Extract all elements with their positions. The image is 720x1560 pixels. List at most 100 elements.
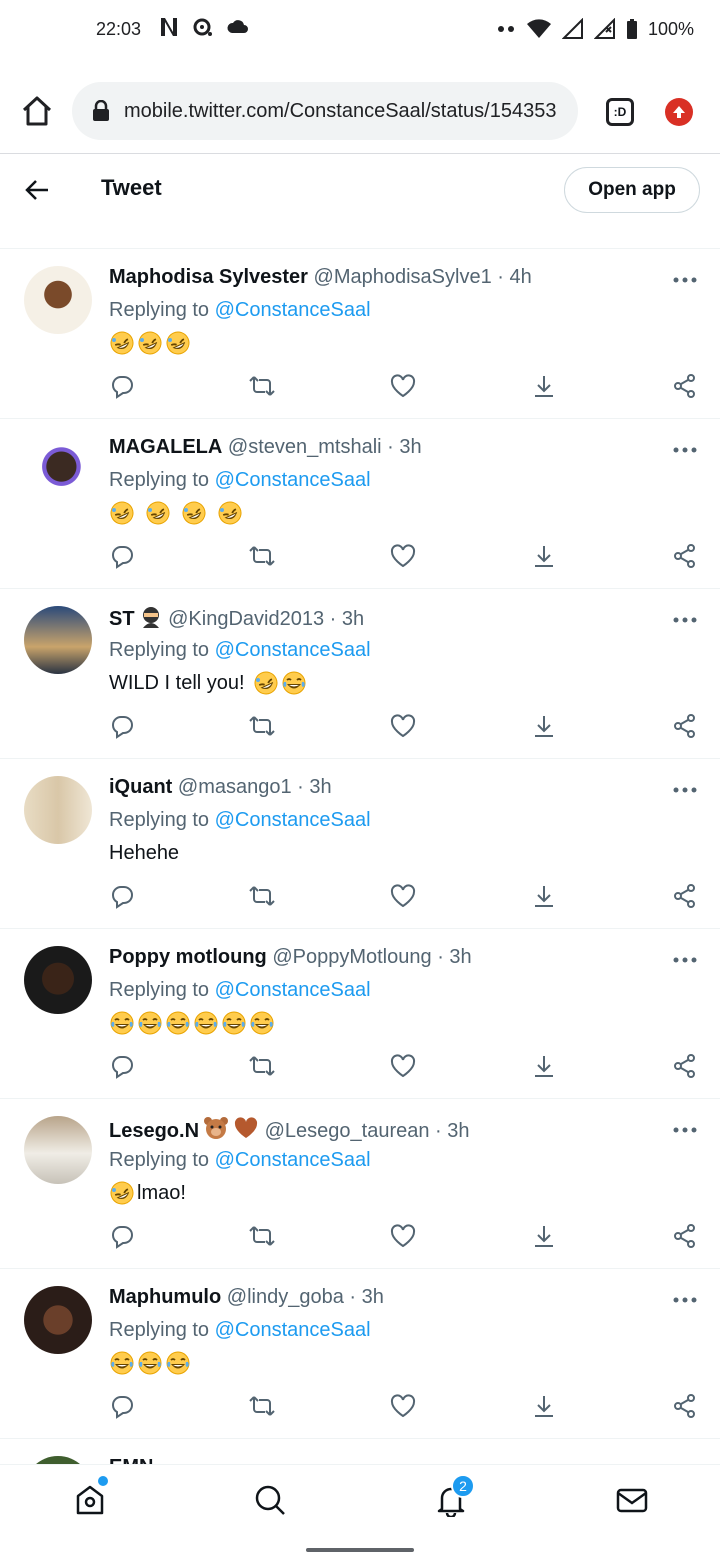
user-name[interactable]: iQuant bbox=[109, 776, 172, 798]
share-icon[interactable] bbox=[672, 373, 698, 399]
tweet-row[interactable]: MAGALELA @steven_mtshali · 3h Replying t… bbox=[0, 419, 720, 589]
more-options-icon[interactable] bbox=[672, 1295, 698, 1305]
more-options-icon[interactable] bbox=[672, 615, 698, 625]
user-handle[interactable]: @lindy_goba bbox=[227, 1286, 344, 1308]
retweet-icon[interactable] bbox=[249, 1223, 275, 1249]
share-icon[interactable] bbox=[672, 883, 698, 909]
more-options-icon[interactable] bbox=[672, 955, 698, 965]
open-app-button[interactable]: Open app bbox=[564, 167, 700, 213]
share-download-icon[interactable] bbox=[531, 1053, 557, 1079]
messages-envelope-icon[interactable] bbox=[615, 1483, 649, 1517]
tweet-age[interactable]: 3h bbox=[399, 436, 421, 458]
heart-icon[interactable] bbox=[390, 543, 416, 569]
retweet-icon[interactable] bbox=[249, 713, 275, 739]
tweet-age[interactable]: 3h bbox=[342, 608, 364, 630]
share-download-icon[interactable] bbox=[531, 373, 557, 399]
heart-icon[interactable] bbox=[390, 1223, 416, 1249]
retweet-icon[interactable] bbox=[249, 543, 275, 569]
user-handle[interactable]: @MaphodisaSylve1 bbox=[314, 266, 492, 288]
home-icon[interactable] bbox=[20, 94, 54, 128]
user-handle[interactable]: @PoppyMotloung bbox=[272, 946, 431, 968]
user-handle[interactable]: @KingDavid2013 bbox=[168, 608, 324, 630]
tweet-header-line: Maphumulo @lindy_goba · 3h bbox=[109, 1286, 384, 1309]
mention-link[interactable]: @ConstanceSaal bbox=[215, 1319, 371, 1341]
tweet-actions bbox=[0, 1393, 720, 1421]
mention-link[interactable]: @ConstanceSaal bbox=[215, 979, 371, 1001]
share-icon[interactable] bbox=[672, 543, 698, 569]
avatar[interactable] bbox=[24, 606, 92, 674]
heart-icon[interactable] bbox=[390, 883, 416, 909]
share-icon[interactable] bbox=[672, 1223, 698, 1249]
tweet-age[interactable]: 3h bbox=[449, 946, 471, 968]
tweet-row[interactable]: iQuant @masango1 · 3h Replying to @Const… bbox=[0, 759, 720, 929]
avatar[interactable] bbox=[24, 1286, 92, 1354]
tweet-row[interactable]: Maphodisa Sylvester @MaphodisaSylve1 · 4… bbox=[0, 249, 720, 419]
user-name[interactable]: Lesego.N bbox=[109, 1120, 199, 1142]
back-arrow-icon[interactable] bbox=[24, 177, 50, 203]
update-button[interactable] bbox=[665, 98, 693, 126]
tweet-row[interactable]: Lesego.N @Lesego_taurean · 3h Replying t… bbox=[0, 1099, 720, 1269]
reply-icon[interactable] bbox=[109, 1393, 135, 1419]
heart-icon[interactable] bbox=[390, 713, 416, 739]
reply-icon[interactable] bbox=[109, 373, 135, 399]
search-icon[interactable] bbox=[253, 1483, 287, 1517]
reply-icon[interactable] bbox=[109, 713, 135, 739]
share-download-icon[interactable] bbox=[531, 1393, 557, 1419]
replying-to-line: Replying to @ConstanceSaal bbox=[109, 299, 371, 322]
tears-of-joy-emoji bbox=[138, 1351, 162, 1375]
tweet-row[interactable]: ST @KingDavid2013 · 3h Replying to @Cons… bbox=[0, 589, 720, 759]
user-name[interactable]: Poppy motloung bbox=[109, 946, 267, 968]
reply-icon[interactable] bbox=[109, 1223, 135, 1249]
user-name[interactable]: Maphodisa Sylvester bbox=[109, 266, 308, 288]
address-bar[interactable]: mobile.twitter.com/ConstanceSaal/status/… bbox=[72, 82, 578, 140]
user-name[interactable]: MAGALELA bbox=[109, 436, 222, 458]
tweet-age[interactable]: 3h bbox=[309, 776, 331, 798]
tweet-age[interactable]: 4h bbox=[510, 266, 532, 288]
share-icon[interactable] bbox=[672, 1393, 698, 1419]
heart-icon[interactable] bbox=[390, 373, 416, 399]
tweet-age[interactable]: 3h bbox=[447, 1120, 469, 1142]
mention-link[interactable]: @ConstanceSaal bbox=[215, 639, 371, 661]
tab-switcher-button[interactable]: :D bbox=[606, 98, 634, 126]
reply-icon[interactable] bbox=[109, 543, 135, 569]
avatar[interactable] bbox=[24, 436, 92, 504]
avatar[interactable] bbox=[24, 1116, 92, 1184]
retweet-icon[interactable] bbox=[249, 1393, 275, 1419]
reply-icon[interactable] bbox=[109, 1053, 135, 1079]
share-download-icon[interactable] bbox=[531, 883, 557, 909]
tweet-row[interactable]: Maphumulo @lindy_goba · 3h Replying to @… bbox=[0, 1269, 720, 1439]
tweet-row[interactable]: Poppy motloung @PoppyMotloung · 3h Reply… bbox=[0, 929, 720, 1099]
user-handle[interactable]: @masango1 bbox=[178, 776, 292, 798]
replying-to-label: Replying to bbox=[109, 469, 210, 491]
user-handle[interactable]: @Lesego_taurean bbox=[265, 1120, 430, 1142]
avatar[interactable] bbox=[24, 946, 92, 1014]
mention-link[interactable]: @ConstanceSaal bbox=[215, 299, 371, 321]
more-options-icon[interactable] bbox=[672, 275, 698, 285]
retweet-icon[interactable] bbox=[249, 883, 275, 909]
heart-icon[interactable] bbox=[390, 1053, 416, 1079]
mention-link[interactable]: @ConstanceSaal bbox=[215, 469, 371, 491]
tweet-body: lmao! bbox=[109, 1179, 186, 1207]
share-download-icon[interactable] bbox=[531, 1223, 557, 1249]
home-nav-icon[interactable] bbox=[73, 1483, 107, 1517]
retweet-icon[interactable] bbox=[249, 373, 275, 399]
mention-link[interactable]: @ConstanceSaal bbox=[215, 1149, 371, 1171]
retweet-icon[interactable] bbox=[249, 1053, 275, 1079]
url-text: mobile.twitter.com/ConstanceSaal/status/… bbox=[124, 99, 557, 122]
tweet-age[interactable]: 3h bbox=[362, 1286, 384, 1308]
user-handle[interactable]: @steven_mtshali bbox=[228, 436, 382, 458]
avatar[interactable] bbox=[24, 776, 92, 844]
reply-icon[interactable] bbox=[109, 883, 135, 909]
user-name[interactable]: Maphumulo bbox=[109, 1286, 221, 1308]
share-icon[interactable] bbox=[672, 713, 698, 739]
share-icon[interactable] bbox=[672, 1053, 698, 1079]
user-name[interactable]: ST bbox=[109, 608, 135, 630]
share-download-icon[interactable] bbox=[531, 543, 557, 569]
more-options-icon[interactable] bbox=[672, 785, 698, 795]
more-options-icon[interactable] bbox=[672, 445, 698, 455]
more-options-icon[interactable] bbox=[672, 1125, 698, 1135]
avatar[interactable] bbox=[24, 266, 92, 334]
share-download-icon[interactable] bbox=[531, 713, 557, 739]
heart-icon[interactable] bbox=[390, 1393, 416, 1419]
mention-link[interactable]: @ConstanceSaal bbox=[215, 809, 371, 831]
